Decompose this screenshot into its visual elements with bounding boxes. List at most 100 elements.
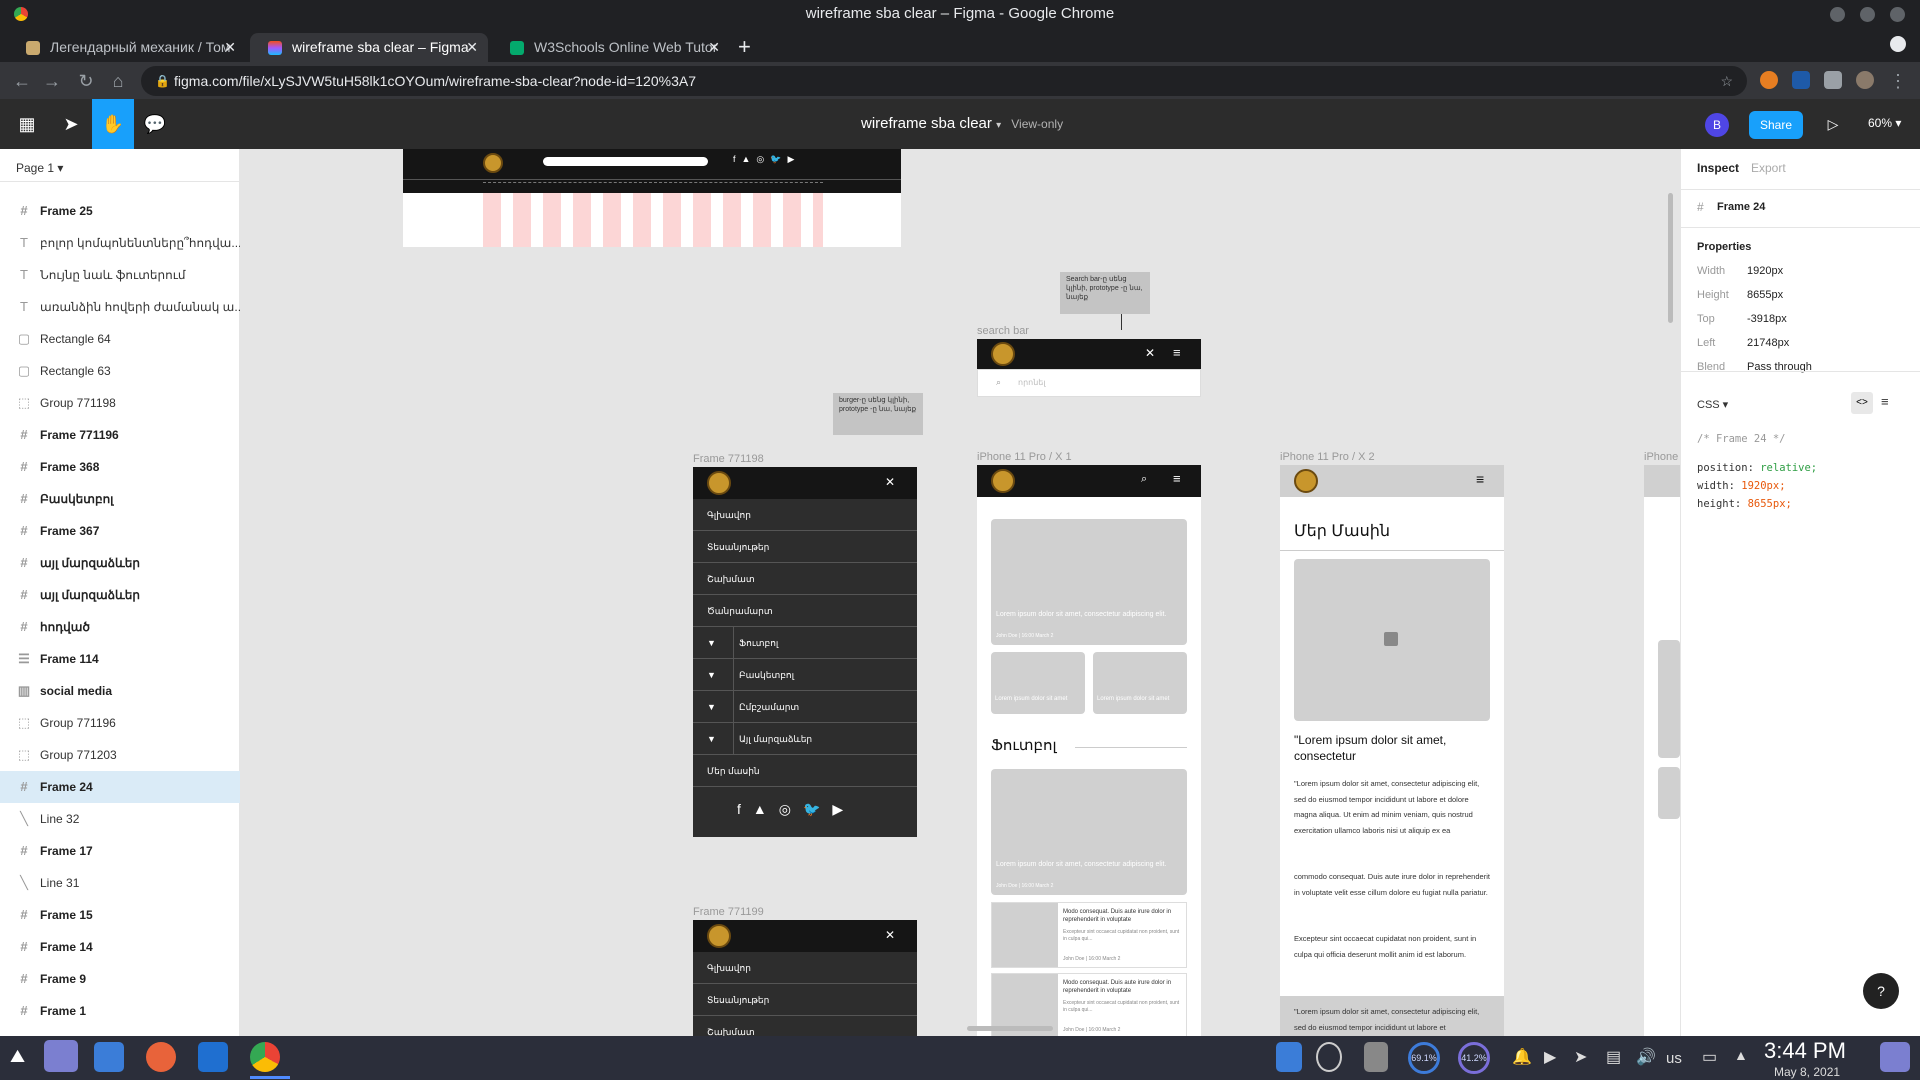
extensions-puzzle-icon[interactable] [1824, 71, 1842, 89]
bookmark-star-icon[interactable]: ☆ [1720, 66, 1733, 96]
tab-mechanic[interactable]: Легендарный механик / Том ✕ [8, 33, 246, 62]
search-bar-note[interactable]: Search bar-ը սենց կլինի, prototype -ը նա… [1060, 272, 1150, 314]
volume-icon[interactable]: 🔊 [1636, 1047, 1656, 1067]
comment-tool-icon[interactable]: 💬 [134, 99, 176, 149]
file-title[interactable]: wireframe sba clear ▾ View-only [861, 99, 1063, 151]
layer-row[interactable]: ▢ Rectangle 64 [0, 323, 240, 355]
layer-row[interactable]: ⬚ Group 771203 [0, 739, 240, 771]
minimize-button[interactable] [1830, 7, 1845, 22]
notification-bell-icon[interactable]: 🔔 [1512, 1047, 1532, 1067]
frame-label[interactable]: iPhone [1644, 451, 1678, 463]
list-view-icon[interactable]: ≡ [1881, 394, 1889, 409]
layer-row[interactable]: # Frame 9 [0, 963, 240, 995]
layer-row[interactable]: ╲ Line 32 [0, 803, 240, 835]
property-value[interactable]: 8655px [1747, 289, 1783, 301]
clock-time[interactable]: 3:44 PM [1764, 1038, 1846, 1064]
code-lang-select[interactable]: CSS ▾ [1697, 398, 1728, 411]
layer-row[interactable]: ▥ social media [0, 675, 240, 707]
property-value[interactable]: 21748px [1747, 337, 1789, 349]
page-selector[interactable]: Page 1 ▾ [16, 161, 63, 175]
tray-app-icon[interactable] [1276, 1042, 1302, 1072]
new-tab-icon[interactable]: + [738, 34, 751, 60]
home-icon[interactable]: ⌂ [106, 69, 130, 93]
layer-row[interactable]: # Frame 15 [0, 899, 240, 931]
layer-row[interactable]: T Նույնը նաև ֆուտերում [0, 259, 240, 291]
iphone-1-frame[interactable]: ⌕ ≡ Lorem ipsum dolor sit amet, consecte… [977, 465, 1201, 1036]
close-window-button[interactable] [1890, 7, 1905, 22]
workspace-switcher[interactable] [44, 1040, 78, 1072]
layer-row[interactable]: # այլ մարզաձևեր [0, 547, 240, 579]
media-play-icon[interactable]: ▶ [1544, 1047, 1556, 1067]
frame-label[interactable]: iPhone 11 Pro / X 1 [977, 451, 1072, 463]
layer-row[interactable]: # Բասկետբոլ [0, 483, 240, 515]
url-field[interactable]: 🔒 figma.com/file/xLySJVW5tuH58lk1cOYOum/… [141, 66, 1747, 96]
layer-row[interactable]: # Frame 368 [0, 451, 240, 483]
profile-avatar[interactable] [1856, 71, 1874, 89]
vertical-scrollbar[interactable] [1668, 193, 1673, 323]
property-value[interactable]: 1920px [1747, 265, 1783, 277]
move-tool-icon[interactable]: ➤ [50, 99, 92, 149]
telegram-icon[interactable]: ➤ [1574, 1047, 1587, 1067]
layer-row[interactable]: # Frame 771196 [0, 419, 240, 451]
keyboard-layout[interactable]: us [1666, 1050, 1682, 1067]
close-tab-icon[interactable]: ✕ [224, 33, 236, 62]
tray-expand-icon[interactable]: ▲ [1734, 1047, 1748, 1063]
display-icon[interactable]: ▭ [1702, 1047, 1717, 1067]
share-button[interactable]: Share [1749, 111, 1803, 139]
layer-row[interactable]: Tբոլոր կոմպոնենտները՞հոդվա... [0, 227, 240, 259]
layer-row[interactable]: # Frame 14 [0, 931, 240, 963]
tab-export[interactable]: Export [1751, 161, 1786, 175]
clipboard-icon[interactable]: ▤ [1606, 1047, 1621, 1067]
frame-label[interactable]: Frame 771199 [693, 906, 764, 918]
back-icon[interactable]: ← [10, 69, 34, 93]
search-bar-frame[interactable]: ✕ ≡ [977, 339, 1201, 369]
close-tab-icon[interactable]: ✕ [466, 33, 478, 62]
horizontal-scrollbar[interactable] [967, 1026, 1053, 1031]
pen-app-icon[interactable] [146, 1042, 176, 1072]
frame-label[interactable]: search bar [977, 325, 1029, 337]
maximize-button[interactable] [1860, 7, 1875, 22]
desktop-header-frame[interactable]: f▲◎🐦▶ [403, 149, 901, 193]
layer-row[interactable]: # Frame 24 [0, 771, 240, 803]
show-desktop-icon[interactable] [1880, 1042, 1910, 1072]
layer-row[interactable]: # Frame 1 [0, 995, 240, 1027]
extension-n-icon[interactable] [1792, 71, 1810, 89]
zoom-control[interactable]: 60% ▾ [1868, 116, 1901, 130]
layer-row[interactable]: # Frame 367 [0, 515, 240, 547]
burger-menu-frame[interactable]: ✕ Գլխավոր Տեսանյութեր Շախմատ Ծանրամարտ ▼ Ֆուտ… [693, 467, 917, 837]
code-view-icon[interactable]: <> [1851, 392, 1873, 414]
tab-figma[interactable]: wireframe sba clear – Figma ✕ [250, 33, 488, 62]
property-value[interactable]: -3918px [1747, 313, 1787, 325]
burger-menu-frame-2[interactable]: ✕ Գլխավոր Տեսանյութեր Շախմատ [693, 920, 917, 1036]
layer-row[interactable]: ⬚ Group 771196 [0, 707, 240, 739]
close-tab-icon[interactable]: ✕ [708, 33, 720, 62]
layer-row[interactable]: # Frame 25 [0, 195, 240, 227]
hand-tool-icon[interactable]: ✋ [92, 99, 134, 149]
cpu-usage-indicator[interactable]: 69.1% [1408, 1042, 1440, 1074]
help-button[interactable]: ? [1863, 973, 1899, 1009]
extension-icon[interactable] [1760, 71, 1778, 89]
frame-label[interactable]: iPhone 11 Pro / X 2 [1280, 451, 1375, 463]
burger-note[interactable]: burger-ը սենց կլինի, prototype -ը նա, նա… [833, 393, 923, 435]
iphone-2-frame[interactable]: ≡ Մեր Մասին "Lorem ipsum dolor sit amet,… [1280, 465, 1504, 1036]
layer-row[interactable]: # այլ մարզաձևեր [0, 579, 240, 611]
vscode-icon[interactable] [198, 1042, 228, 1072]
design-canvas[interactable]: f▲◎🐦▶ Search bar-ը սենց կլինի, prototype… [240, 149, 1680, 1036]
memory-usage-indicator[interactable]: 41.2% [1458, 1042, 1490, 1074]
layer-row[interactable]: ▢ Rectangle 63 [0, 355, 240, 387]
present-icon[interactable]: ▷ [1812, 99, 1854, 149]
layer-row[interactable]: # հոդված [0, 611, 240, 643]
layer-row[interactable]: ☰ Frame 114 [0, 643, 240, 675]
iphone-3-frame[interactable] [1644, 465, 1680, 1036]
tab-w3schools[interactable]: W3Schools Online Web Tutor ✕ [492, 33, 730, 62]
chrome-menu-icon[interactable]: ⋮ [1886, 69, 1910, 93]
layer-row[interactable]: Tառանձին հովերի ժամանակ ա... [0, 291, 240, 323]
chrome-taskbar-icon[interactable] [250, 1042, 280, 1072]
system-menu-icon[interactable]: ⛰ [10, 1046, 25, 1067]
frame-label[interactable]: Frame 771198 [693, 453, 764, 465]
layer-row[interactable]: ╲ Line 31 [0, 867, 240, 899]
layer-row[interactable]: ↗Arrow 1 [0, 187, 240, 195]
tab-inspect[interactable]: Inspect [1697, 161, 1739, 175]
layer-row[interactable]: ⬚ Group 771198 [0, 387, 240, 419]
figma-menu-icon[interactable]: ▦ [6, 99, 48, 149]
